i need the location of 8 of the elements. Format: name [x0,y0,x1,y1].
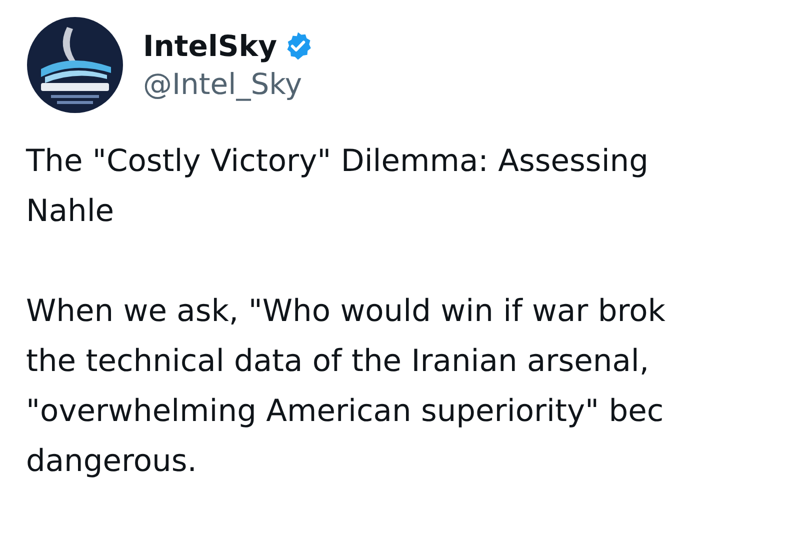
post-text-line: The "Costly Victory" Dilemma: Assessing [26,143,648,181]
post-text-line: When we ask, "Who would win if war brok [26,293,666,331]
post-text-line: "overwhelming American superiority" bec [26,393,664,431]
post-text-line: Nahle [26,193,114,231]
author-name[interactable]: IntelSky [143,29,277,63]
author-handle[interactable]: @Intel_Sky [143,67,313,101]
post-text-line: the technical data of the Iranian arsenal, [26,343,650,381]
post-text-line: dangerous. [26,443,197,481]
